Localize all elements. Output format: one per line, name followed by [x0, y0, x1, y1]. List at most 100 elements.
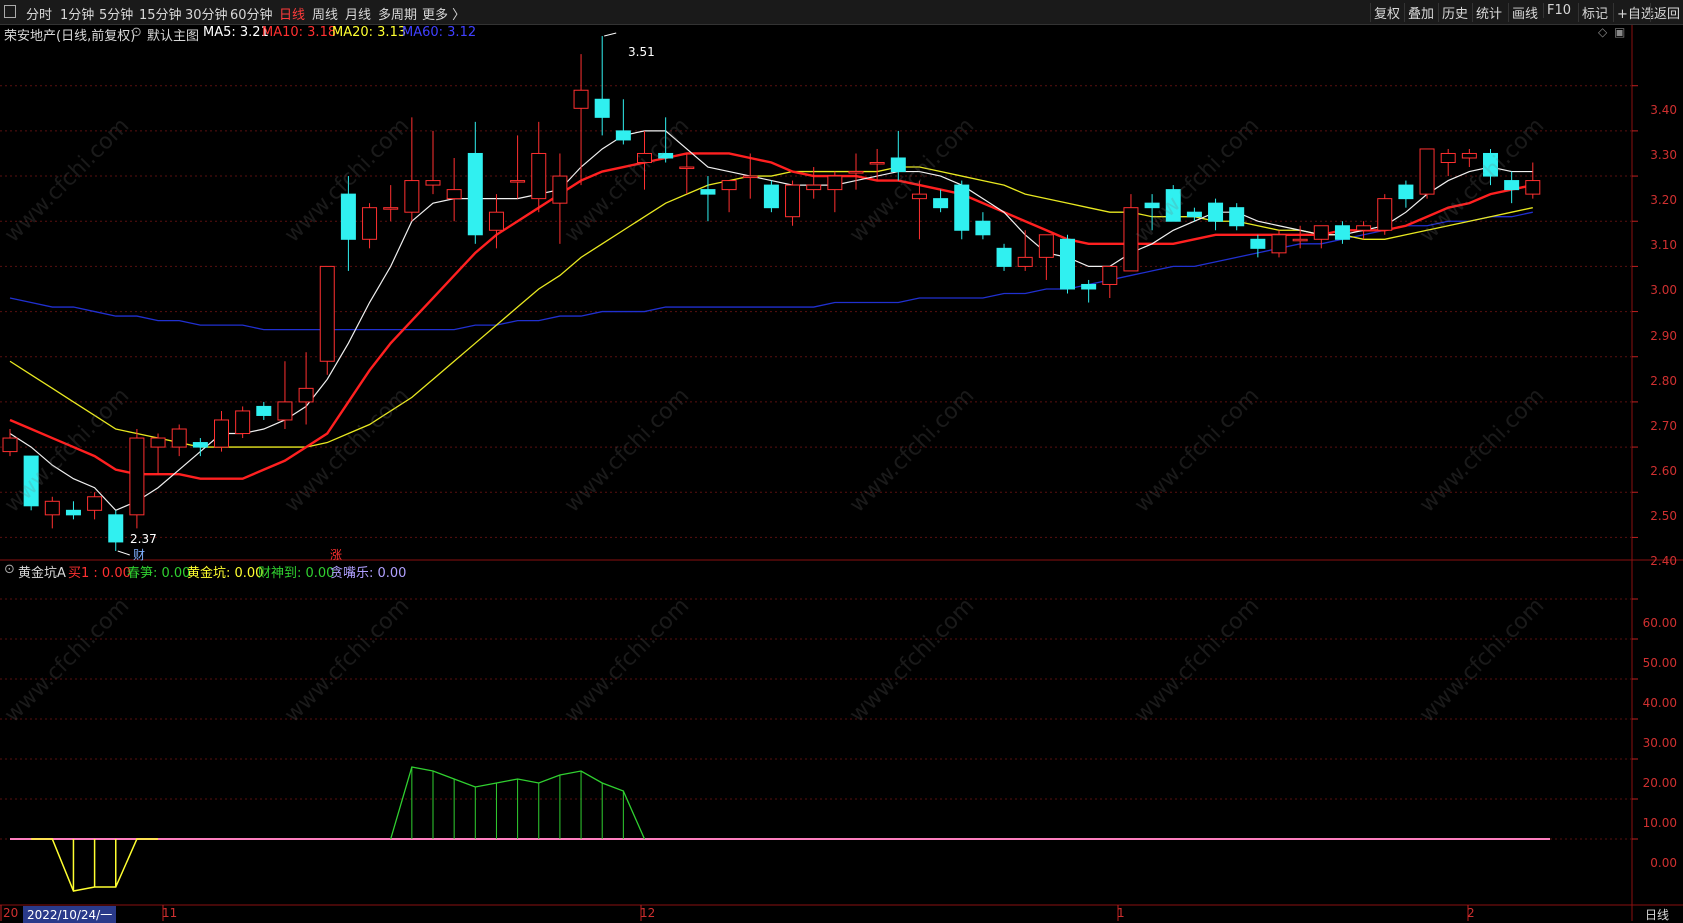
period-tab[interactable]: 周线 [312, 4, 338, 23]
y-axis-label: 3.20 [1650, 193, 1677, 208]
candle-body [1102, 265, 1118, 285]
candle-body [954, 184, 970, 231]
candle-body [1038, 234, 1054, 258]
ma-label: MA10: 3.18 [262, 25, 337, 40]
candle-body [298, 387, 314, 403]
candle-body [975, 220, 991, 236]
period-toolbar: 分时 1分钟 5分钟 15分钟 30分钟 60分钟 日线 周线 月线 多周期 更多 〉 复权 叠加 历史… [0, 0, 1683, 25]
sub-y-axis-label: 30.00 [1642, 736, 1677, 750]
candle-body [425, 180, 441, 186]
candle-body [594, 98, 610, 118]
sub-y-axis-label: 0.00 [1650, 856, 1677, 870]
y-axis-label: 2.60 [1650, 464, 1677, 479]
period-tab[interactable]: 5分钟 [99, 4, 133, 23]
period-tab[interactable]: 15分钟 [139, 4, 182, 23]
sub-y-axis-label: 40.00 [1642, 696, 1677, 710]
candle-body [1377, 198, 1393, 231]
period-tab[interactable]: 分时 [26, 4, 52, 23]
period-tab[interactable]: 60分钟 [230, 4, 273, 23]
candle-body [1461, 152, 1477, 159]
indicator-settings-icon[interactable]: ⊙ [131, 25, 142, 40]
low-pointer [117, 550, 130, 556]
sub-indicator-value: 春笋: 0.00 [127, 566, 191, 581]
sub-y-axis-label: 60.00 [1642, 616, 1677, 630]
main-indicator-name[interactable]: 默认主图 [147, 25, 199, 44]
candle-body [1292, 238, 1308, 242]
candle-body [1208, 202, 1224, 222]
period-tab[interactable]: 1分钟 [60, 4, 94, 23]
candle-body [1060, 238, 1075, 290]
candle-body [869, 162, 885, 165]
candle-body [1081, 283, 1097, 290]
candle-body [235, 410, 251, 435]
candle-body [2, 437, 18, 453]
chart-canvas[interactable] [0, 25, 1683, 921]
candle-body [129, 437, 145, 516]
panel-toggle-icon[interactable] [4, 5, 16, 18]
candle-body [1144, 202, 1160, 209]
toolbar-button[interactable]: 返回 [1650, 3, 1683, 22]
period-tab[interactable]: 月线 [345, 4, 371, 23]
y-axis-label: 2.70 [1650, 418, 1677, 433]
toolbar-button[interactable]: 标记 [1578, 3, 1611, 22]
candle-body [1186, 211, 1202, 218]
toolbar-button[interactable]: 画线 [1508, 3, 1541, 22]
candle-body [150, 437, 166, 448]
x-month-label: 11 [162, 906, 178, 920]
candle-body [65, 509, 81, 516]
window-icon[interactable]: ▣ [1614, 25, 1625, 39]
x-month-label: 2 [1467, 906, 1475, 920]
sub-indicator-value: 买1 : 0.00 [68, 566, 131, 581]
toolbar-button[interactable]: 统计 [1472, 3, 1505, 22]
candle-body [277, 401, 293, 421]
candle-body [87, 496, 103, 511]
period-label[interactable]: 日线 [1645, 906, 1669, 923]
sub-indicator-name[interactable]: 黄金坑A [18, 562, 66, 581]
x-month-label: 1 [1117, 906, 1125, 920]
y-axis-label: 3.30 [1650, 147, 1677, 162]
period-tab[interactable]: 多周期 [378, 4, 417, 23]
sub-settings-icon[interactable]: ⊙ [4, 562, 15, 577]
candle-body [933, 198, 949, 209]
candle-body [1419, 148, 1435, 195]
cai-marker: 财 [133, 548, 146, 562]
toolbar-button[interactable]: 历史 [1438, 3, 1471, 22]
candle-body [1271, 234, 1287, 254]
period-tab[interactable]: 30分钟 [185, 4, 228, 23]
candle-body [1356, 225, 1372, 231]
candle-body [785, 184, 801, 218]
candle-body [1229, 207, 1245, 227]
candle-body [319, 265, 335, 362]
y-axis-label: 2.40 [1650, 554, 1677, 569]
sub-y-axis-label: 10.00 [1642, 816, 1677, 830]
candle-body [192, 442, 208, 448]
y-axis-label: 3.40 [1650, 102, 1677, 117]
candle-body [214, 419, 229, 448]
toolbar-button[interactable]: 复权 [1370, 3, 1403, 22]
candle-body [848, 171, 864, 174]
candle-body [1525, 180, 1541, 195]
sub-indicator-value: 财神到: 0.00 [258, 566, 335, 581]
period-tab[interactable]: 日线 [279, 4, 305, 23]
sub-indicator-value: 黄金坑: 0.00 [187, 566, 264, 581]
candle-body [890, 157, 906, 173]
zhang-marker: 涨 [330, 548, 343, 562]
candle-body [467, 152, 483, 236]
toolbar-button[interactable]: 叠加 [1404, 3, 1437, 22]
period-tab[interactable]: 更多 〉 [422, 4, 465, 23]
candle-body [340, 193, 356, 240]
candle-body [108, 514, 124, 543]
diamond-icon[interactable]: ◇ [1598, 25, 1607, 39]
candle-body [488, 211, 504, 231]
y-axis-label: 2.90 [1650, 328, 1677, 343]
y-axis-label: 3.00 [1650, 283, 1677, 298]
candle-body [1123, 207, 1139, 272]
candle-body [383, 207, 399, 210]
candle-body [1165, 189, 1181, 222]
candle-body [806, 184, 822, 191]
toolbar-button[interactable]: F10 [1543, 3, 1574, 18]
candle-body [700, 189, 716, 195]
candle-body [171, 428, 187, 448]
x-date-label: 2022/10/24/一 [23, 906, 117, 923]
candle-body [615, 130, 631, 141]
